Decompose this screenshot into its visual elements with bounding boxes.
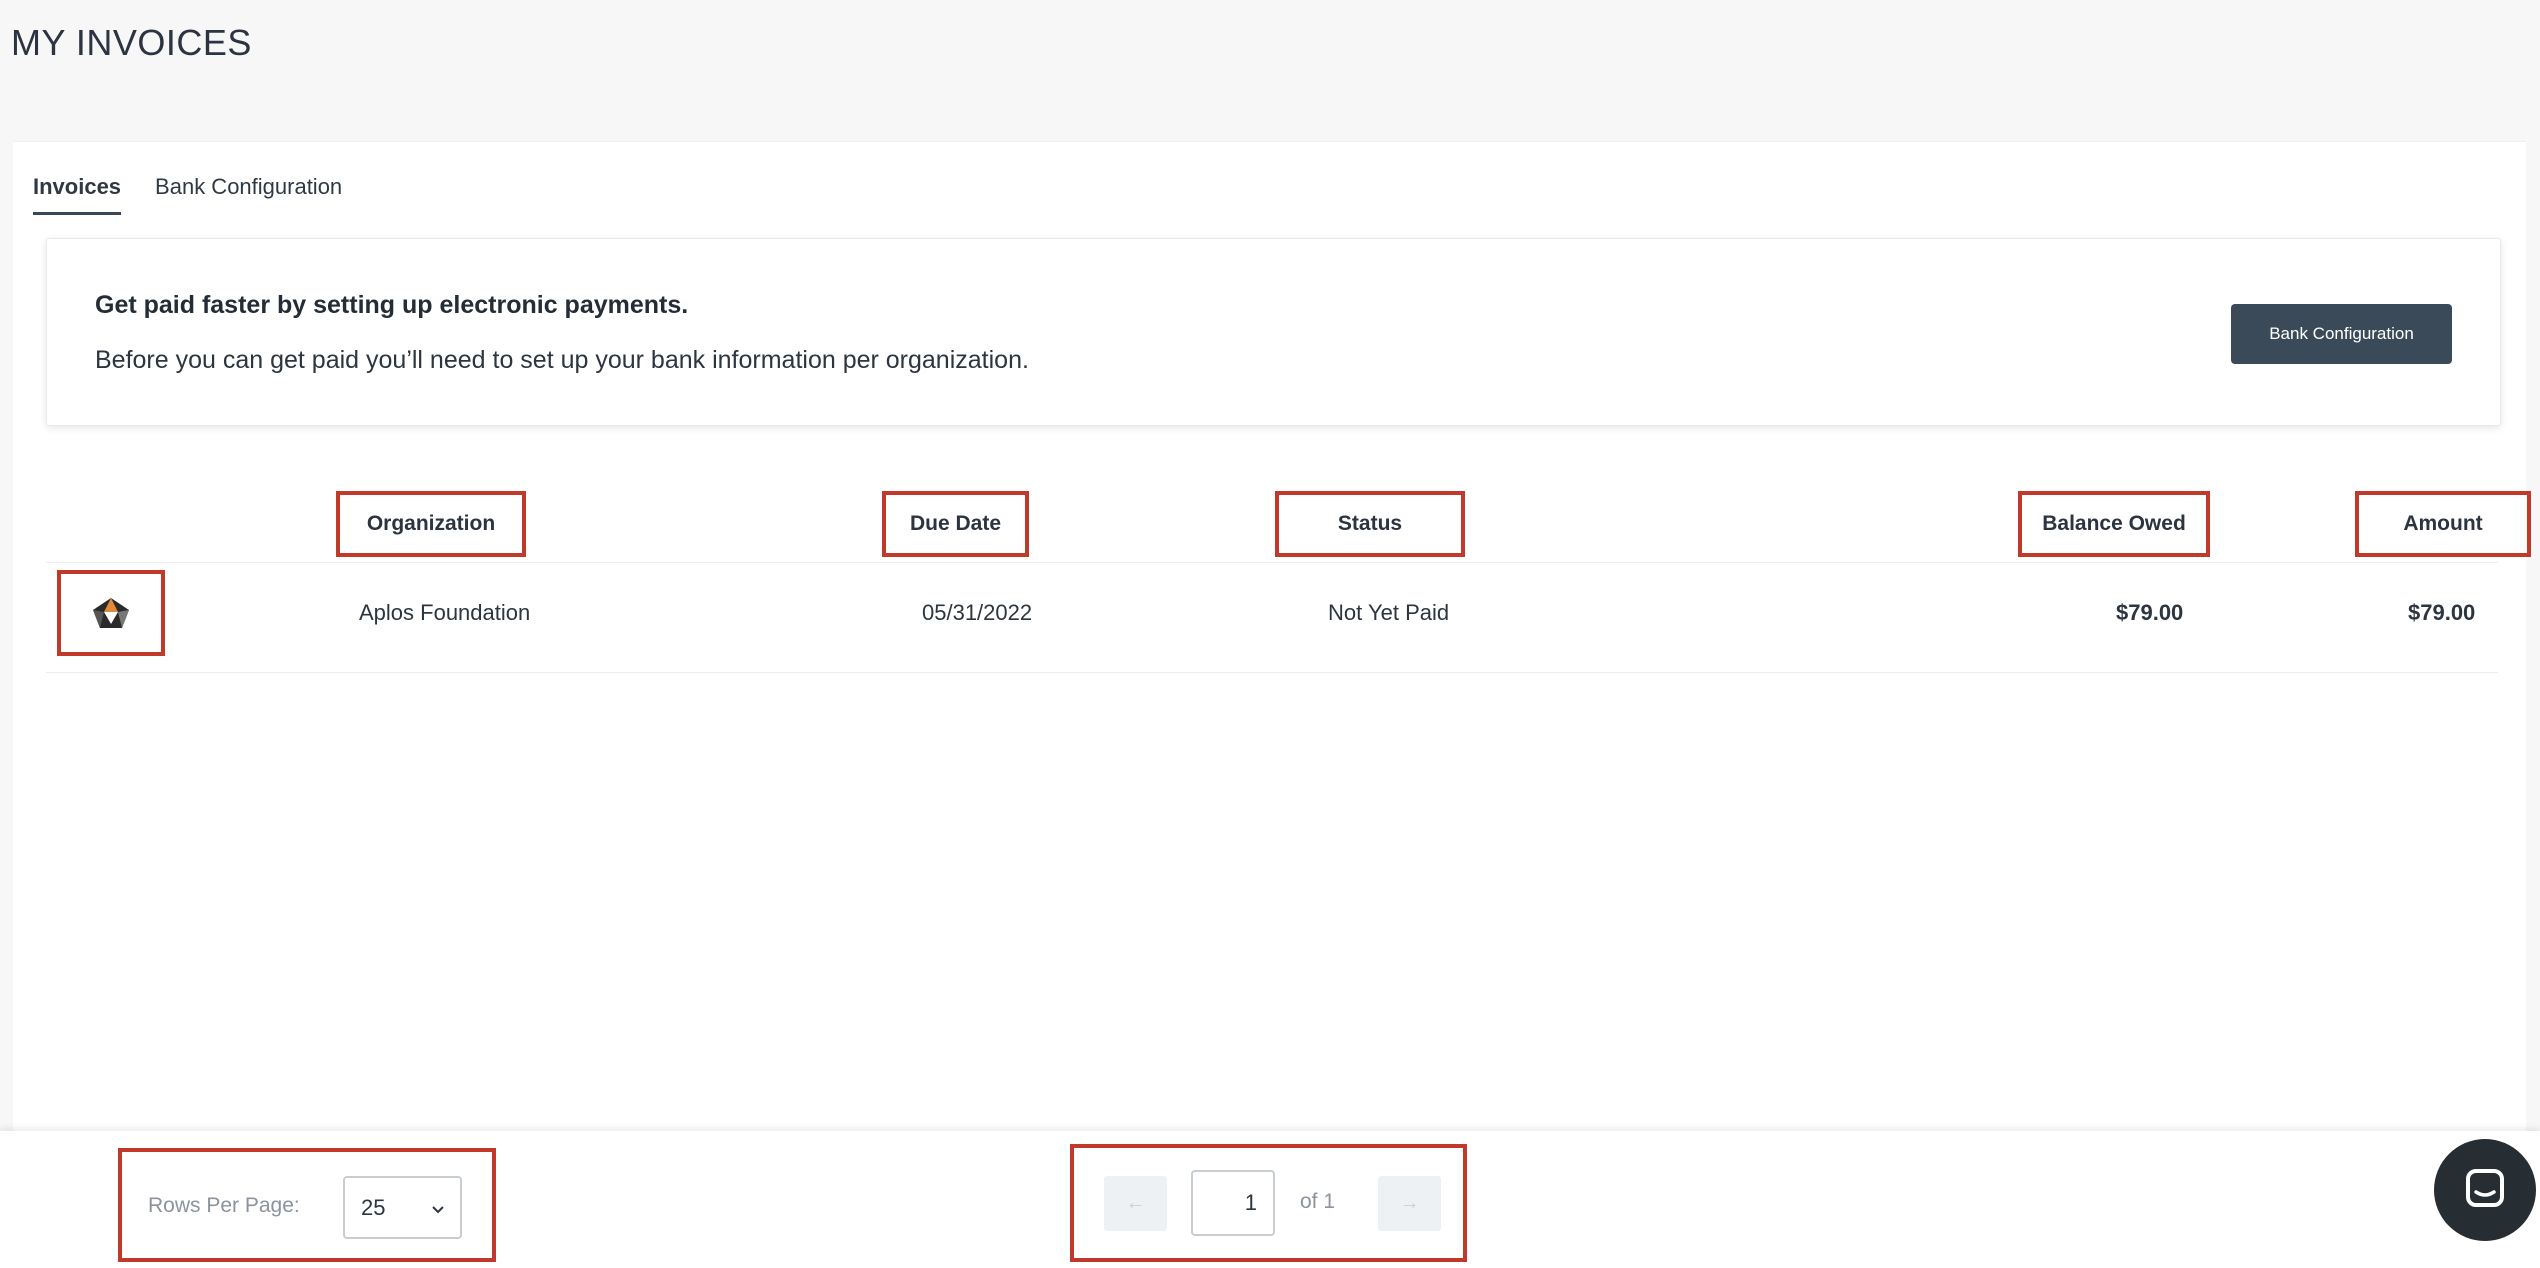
organization-logo-icon — [57, 570, 165, 656]
column-header-organization[interactable]: Organization — [336, 491, 526, 557]
chevron-down-icon — [430, 1196, 446, 1222]
bank-setup-banner: Get paid faster by setting up electronic… — [46, 238, 2501, 426]
prev-page-button[interactable]: ← — [1104, 1176, 1167, 1231]
table-header: Organization Due Date Status Balance Owe… — [0, 491, 2540, 557]
cell-due-date: 05/31/2022 — [922, 600, 1033, 625]
banner-text: Before you can get paid you’ll need to s… — [95, 346, 1029, 374]
column-header-due-date[interactable]: Due Date — [882, 491, 1029, 557]
bank-configuration-button[interactable]: Bank Configuration — [2231, 304, 2452, 364]
rows-per-page-label: Rows Per Page: — [148, 1194, 300, 1217]
chat-button[interactable] — [2434, 1139, 2536, 1241]
cell-balance-owed: $79.00 — [2116, 600, 2184, 625]
column-header-amount[interactable]: Amount — [2355, 491, 2531, 557]
column-header-balance-owed[interactable]: Balance Owed — [2018, 491, 2210, 557]
banner-title: Get paid faster by setting up electronic… — [95, 291, 689, 319]
cell-organization: Aplos Foundation — [359, 600, 531, 625]
arrow-right-icon: → — [1399, 1192, 1420, 1214]
page-title: MY INVOICES — [11, 22, 252, 63]
tab-invoices[interactable]: Invoices — [33, 174, 122, 215]
rows-per-page-value: 25 — [361, 1194, 386, 1220]
column-header-status[interactable]: Status — [1275, 491, 1465, 557]
rows-per-page-select[interactable]: 25 — [343, 1176, 462, 1239]
arrow-left-icon: ← — [1125, 1192, 1146, 1214]
tab-bar: Invoices Bank Configuration — [33, 174, 342, 215]
chat-bubble-icon — [2462, 1165, 2508, 1216]
cell-status: Not Yet Paid — [1328, 600, 1450, 625]
page-number-input[interactable] — [1191, 1170, 1275, 1236]
tab-bank-configuration[interactable]: Bank Configuration — [155, 174, 342, 215]
cell-amount: $79.00 — [2408, 600, 2476, 625]
page-total-label: of 1 — [1300, 1190, 1336, 1213]
next-page-button[interactable]: → — [1378, 1176, 1441, 1231]
